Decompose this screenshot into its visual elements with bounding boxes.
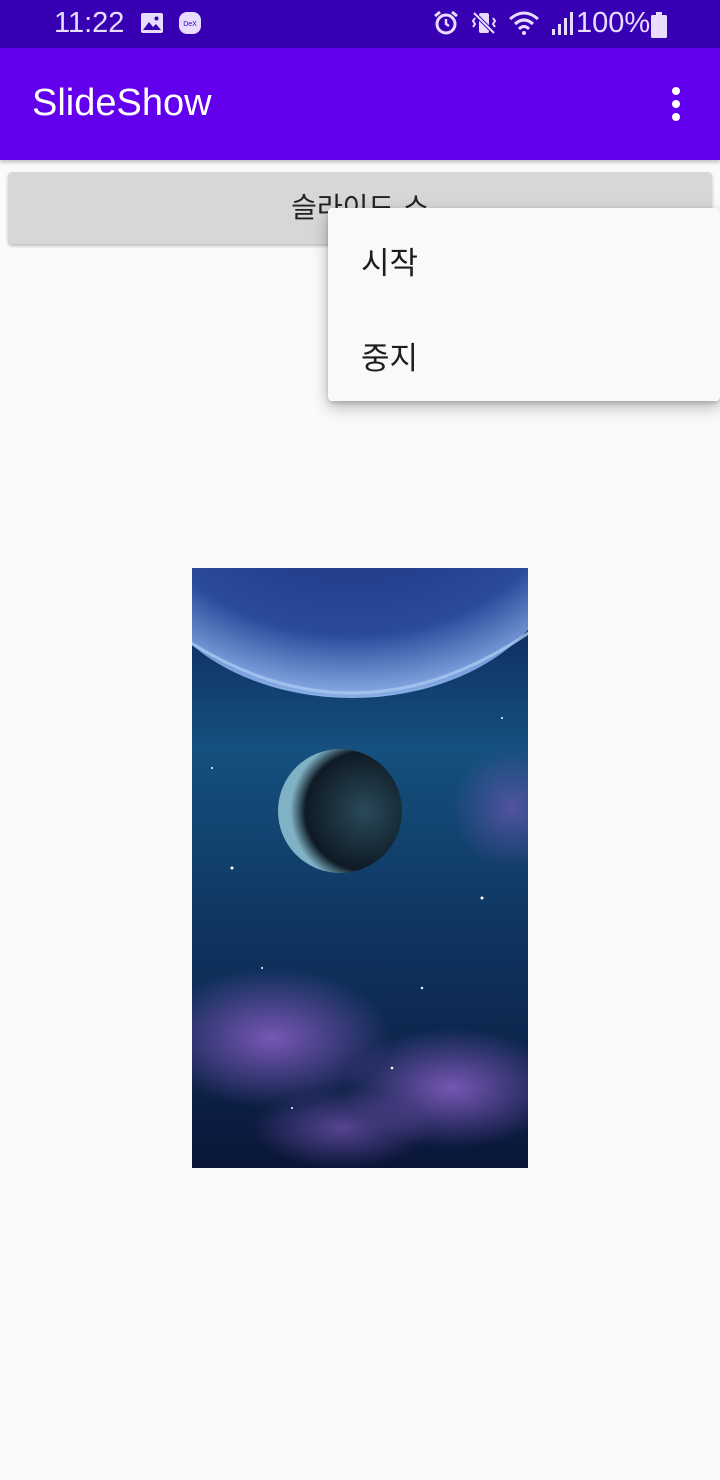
- status-time: 11:22: [54, 7, 125, 39]
- app-bar: SlideShow: [0, 48, 720, 160]
- status-bar: 11:22 DeX 100%: [0, 0, 720, 48]
- vibrate-mute-icon: [470, 9, 498, 42]
- image-icon: [140, 11, 164, 40]
- menu-item-label: 중지: [361, 341, 419, 377]
- overflow-menu: 시작 중지: [328, 208, 720, 401]
- slide-image: [192, 568, 528, 1168]
- battery-icon: [651, 12, 667, 43]
- wifi-icon: [508, 9, 540, 42]
- more-vert-icon: [671, 86, 681, 126]
- menu-item-stop[interactable]: 중지: [328, 305, 720, 401]
- status-right-icons: [432, 9, 576, 42]
- space-planets-image: [192, 568, 528, 1168]
- alarm-icon: [432, 9, 460, 42]
- app-title: SlideShow: [32, 82, 212, 124]
- signal-icon: [550, 9, 576, 42]
- menu-item-start[interactable]: 시작: [328, 210, 720, 306]
- screen: 11:22 DeX 100% SlideShow 시작 중지: [0, 0, 720, 1480]
- dex-icon: DeX: [178, 11, 202, 40]
- overflow-menu-button[interactable]: [652, 78, 700, 134]
- menu-item-label: 시작: [361, 246, 419, 282]
- dex-label: DeX: [183, 21, 197, 28]
- battery-percentage: 100%: [576, 7, 651, 39]
- status-left-icons: DeX: [140, 11, 202, 40]
